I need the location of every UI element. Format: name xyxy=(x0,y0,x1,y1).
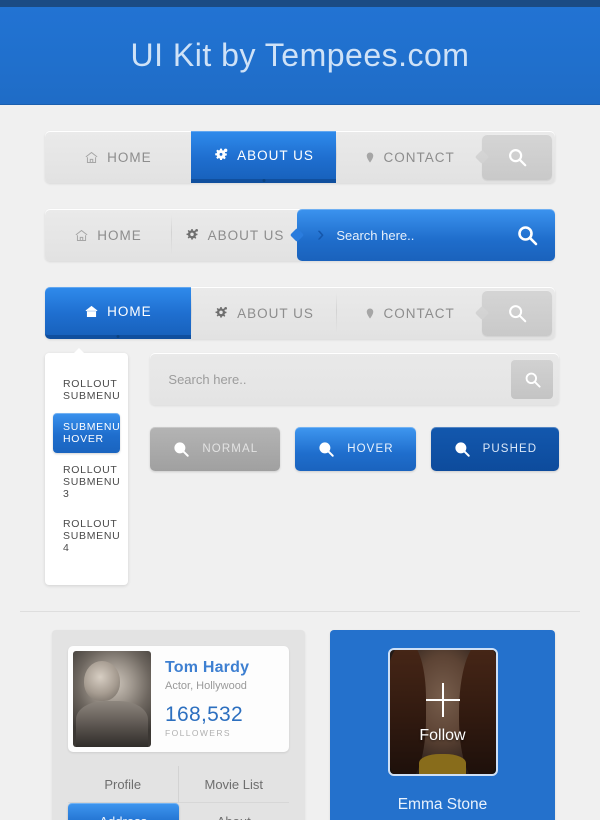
nav-search-input[interactable]: Search here.. xyxy=(336,228,503,243)
follow-card: Follow Emma Stone Actress, Hollywood 168… xyxy=(330,630,555,820)
nav-item-label: ABOUT US xyxy=(207,227,285,243)
search-button-pushed[interactable]: PUSHED xyxy=(430,427,560,471)
tab-about[interactable]: About xyxy=(179,803,290,820)
gear-icon xyxy=(213,305,229,321)
search-field[interactable]: Search here.. xyxy=(150,353,560,405)
nav-item-label: ABOUT US xyxy=(237,147,314,163)
gear-icon xyxy=(213,147,229,163)
nav-bar-3: HOME ABOUT US CONTACT xyxy=(45,287,555,339)
map-pin-icon xyxy=(364,306,376,321)
chevron-right-icon: › xyxy=(317,221,325,246)
nav-item-home[interactable]: HOME xyxy=(45,131,191,183)
tab-address[interactable]: Address xyxy=(68,803,179,820)
nav-item-home[interactable]: HOME xyxy=(45,287,191,339)
tab-movie-list[interactable]: Movie List xyxy=(178,766,289,803)
nav-item-label: HOME xyxy=(107,149,152,165)
nav-item-label: HOME xyxy=(97,227,142,243)
profile-role: Actor, Hollywood xyxy=(165,680,247,692)
search-icon xyxy=(172,440,190,458)
page-title: UI Kit by Tempees.com xyxy=(130,37,470,73)
home-icon xyxy=(84,304,99,319)
follow-avatar[interactable]: Follow xyxy=(387,648,498,776)
profile-info: Tom Hardy Actor, Hollywood 168,532 FOLLO… xyxy=(151,651,249,747)
submenu-item-1[interactable]: ROLLOUT SUBMENU xyxy=(45,369,128,411)
search-button-hover[interactable]: HOVER xyxy=(295,427,416,471)
button-label: NORMAL xyxy=(202,443,259,455)
button-states-row: NORMAL HOVER PUSHED xyxy=(150,427,560,471)
components-row: ROLLOUT SUBMENU SUBMENU HOVER ROLLOUT SU… xyxy=(0,339,600,585)
follow-label: Follow xyxy=(419,726,466,744)
search-submit-button[interactable] xyxy=(511,359,554,399)
search-icon xyxy=(523,370,542,389)
profile-followers-label: FOLLOWERS xyxy=(165,728,231,738)
nav-item-home[interactable]: HOME xyxy=(45,209,171,261)
gear-icon xyxy=(184,227,200,243)
search-icon xyxy=(317,440,335,458)
nav-item-label: CONTACT xyxy=(383,305,455,321)
search-button-normal[interactable]: NORMAL xyxy=(150,427,281,471)
nav-item-about-us[interactable]: ABOUT US xyxy=(190,287,337,339)
submenu-item-3[interactable]: ROLLOUT SUBMENU 3 xyxy=(45,455,128,509)
plus-icon xyxy=(425,682,460,717)
button-label: HOVER xyxy=(347,443,394,455)
search-icon xyxy=(506,302,528,324)
button-label: PUSHED xyxy=(482,443,538,455)
profile-card: Tom Hardy Actor, Hollywood 168,532 FOLLO… xyxy=(52,630,305,820)
nav-item-contact[interactable]: CONTACT xyxy=(336,287,482,339)
page-banner: UI Kit by Tempees.com xyxy=(0,7,600,105)
submenu-item-4[interactable]: ROLLOUT SUBMENU 4 xyxy=(45,509,128,563)
tab-profile[interactable]: Profile xyxy=(68,766,179,803)
rollout-submenu: ROLLOUT SUBMENU SUBMENU HOVER ROLLOUT SU… xyxy=(45,348,129,585)
search-input[interactable]: Search here.. xyxy=(168,372,511,387)
nav-item-contact[interactable]: CONTACT xyxy=(336,131,482,183)
profile-header: Tom Hardy Actor, Hollywood 168,532 FOLLO… xyxy=(68,646,289,752)
top-accent-strip xyxy=(0,0,600,7)
nav-bar-2: HOME ABOUT US › Search here.. xyxy=(45,209,555,261)
nav-bars-section: HOME ABOUT US CONTACT HOME ABOUT US › Se… xyxy=(0,131,600,339)
avatar xyxy=(73,651,151,747)
profile-cards-row: Tom Hardy Actor, Hollywood 168,532 FOLLO… xyxy=(0,612,600,820)
nav-item-about-us[interactable]: ABOUT US xyxy=(190,131,337,183)
home-icon xyxy=(74,228,89,243)
follow-name: Emma Stone xyxy=(397,796,488,813)
nav-item-label: ABOUT US xyxy=(237,305,314,321)
nav-bar-1: HOME ABOUT US CONTACT xyxy=(45,131,555,183)
active-indicator-dot xyxy=(116,335,120,338)
search-icon xyxy=(453,440,471,458)
ui-kit-page: UI Kit by Tempees.com HOME ABOUT US CONT… xyxy=(0,0,600,820)
active-indicator-dot xyxy=(262,179,265,182)
home-icon xyxy=(84,150,99,165)
profile-followers-count: 168,532 xyxy=(165,703,244,726)
nav-item-label: HOME xyxy=(107,303,152,319)
submenu-item-hover[interactable]: SUBMENU HOVER xyxy=(53,413,121,453)
search-and-buttons-column: Search here.. NORMAL HOVER PUSHED xyxy=(150,353,560,471)
nav-search-expanded[interactable]: › Search here.. xyxy=(297,209,555,261)
map-pin-icon xyxy=(364,150,376,165)
profile-name: Tom Hardy xyxy=(165,659,250,676)
nav-item-about-us[interactable]: ABOUT US xyxy=(171,209,297,261)
nav-search-button-3[interactable] xyxy=(482,290,553,336)
nav-search-button-1[interactable] xyxy=(482,134,553,180)
nav-item-label: CONTACT xyxy=(383,149,455,165)
search-icon[interactable] xyxy=(515,223,539,247)
search-icon xyxy=(506,146,528,168)
profile-tabs: Profile Movie List Address About xyxy=(68,766,289,820)
